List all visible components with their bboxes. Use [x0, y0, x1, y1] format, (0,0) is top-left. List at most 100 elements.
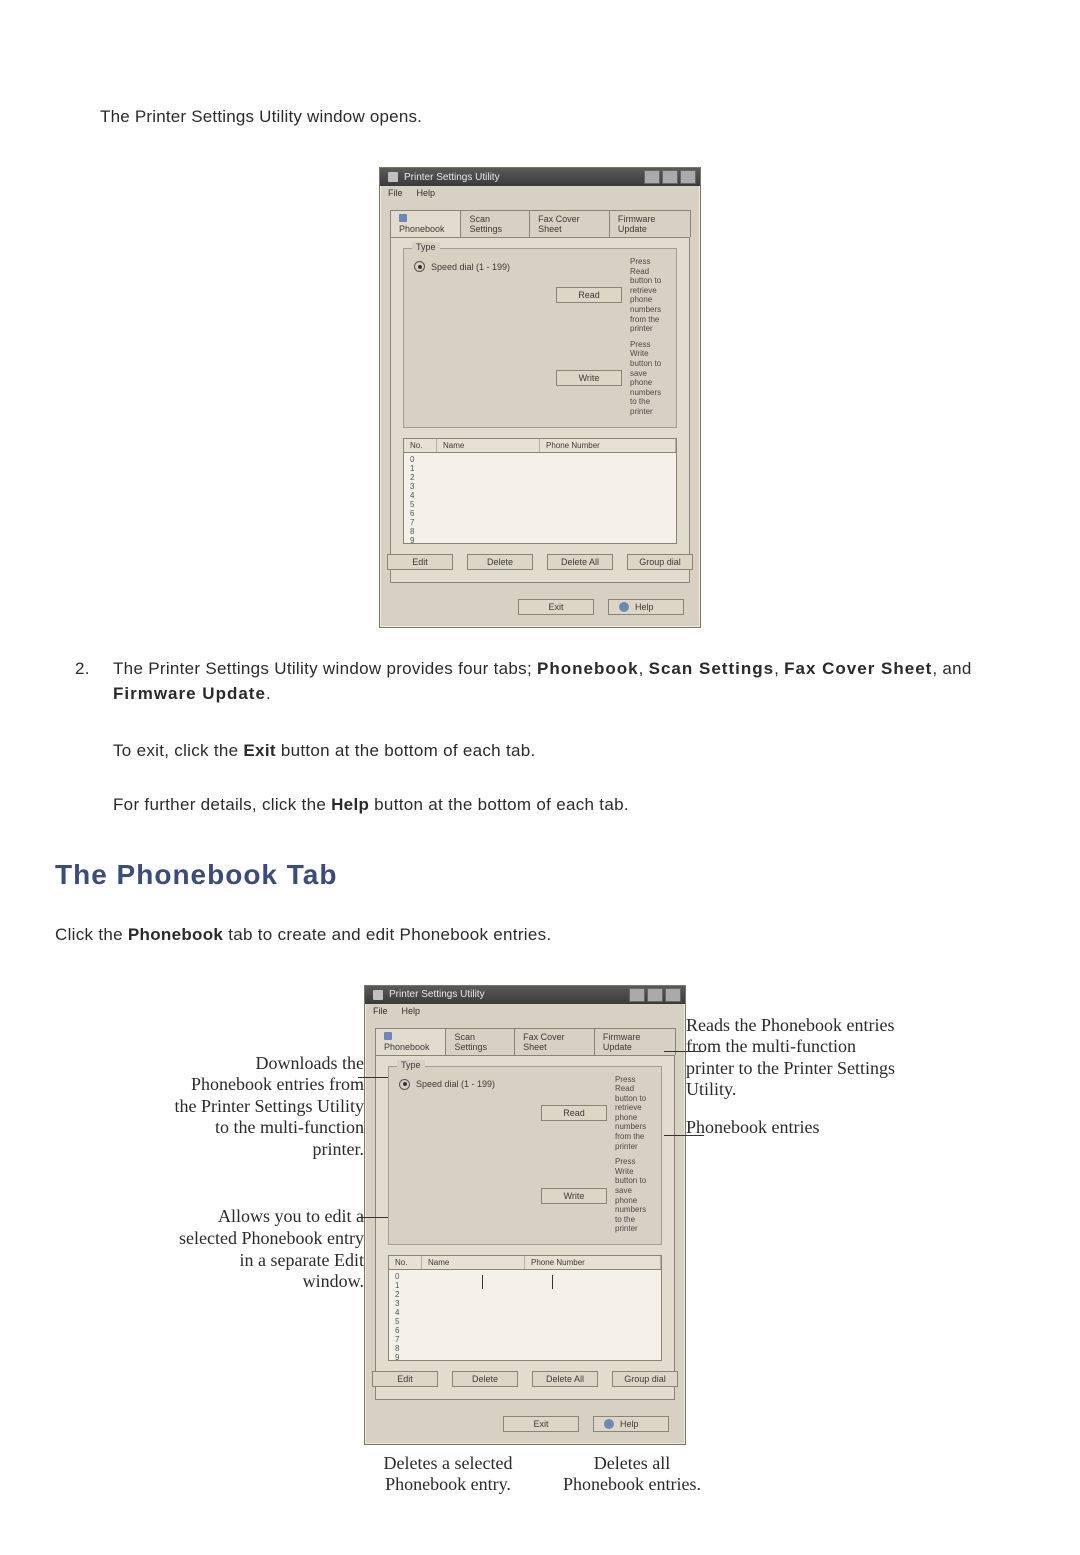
- type-groupbox: Type Speed dial (1 - 199) Read Press Rea: [403, 248, 677, 428]
- maximize-icon[interactable]: [662, 170, 678, 184]
- intro-text: The Printer Settings Utility window open…: [100, 107, 1025, 127]
- read-button[interactable]: Read: [541, 1105, 607, 1121]
- exit-note: To exit, click the Exit button at the bo…: [113, 741, 995, 761]
- help-note: For further details, click the Help butt…: [113, 795, 995, 815]
- tab-phonebook[interactable]: Phonebook: [390, 210, 461, 237]
- read-desc: Press Read button to retrieve phone numb…: [630, 257, 666, 334]
- speed-dial-radio[interactable]: Speed dial (1 - 199): [399, 1079, 529, 1090]
- type-legend: Type: [412, 242, 440, 252]
- step-number: 2.: [75, 656, 95, 682]
- window-title: Printer Settings Utility: [389, 989, 485, 1000]
- window-titlebar: Printer Settings Utility: [365, 986, 685, 1004]
- col-phone: Phone Number: [540, 439, 676, 452]
- table-row[interactable]: 1: [410, 464, 670, 473]
- section-title-phonebook-tab: The Phonebook Tab: [55, 859, 1025, 891]
- delete-button[interactable]: Delete: [452, 1371, 518, 1387]
- write-button[interactable]: Write: [556, 370, 622, 386]
- col-no: No.: [389, 1256, 422, 1269]
- table-row[interactable]: 0: [395, 1272, 655, 1281]
- table-row[interactable]: 4: [410, 491, 670, 500]
- table-row[interactable]: 0: [410, 455, 670, 464]
- table-row[interactable]: 2: [410, 473, 670, 482]
- phonebook-icon: [399, 214, 407, 222]
- window-titlebar: Printer Settings Utility: [380, 168, 700, 186]
- table-row[interactable]: 7: [410, 518, 670, 527]
- read-button[interactable]: Read: [556, 287, 622, 303]
- phonebook-table-body[interactable]: 0 1 2 3 4 5 6 7 8 9: [403, 452, 677, 544]
- tab-scan-settings[interactable]: Scan Settings: [445, 1028, 515, 1055]
- tab-firmware-update[interactable]: Firmware Update: [609, 210, 691, 237]
- close-icon[interactable]: [665, 988, 681, 1002]
- edit-button[interactable]: Edit: [387, 554, 453, 570]
- exit-button[interactable]: Exit: [503, 1416, 579, 1432]
- figure-printer-settings-window: Printer Settings Utility File Help Phone…: [55, 167, 1025, 628]
- callout-delete-all: Deletes all Phonebook entries.: [552, 1453, 712, 1495]
- table-row[interactable]: 9: [395, 1353, 655, 1362]
- maximize-icon[interactable]: [647, 988, 663, 1002]
- help-button[interactable]: Help: [593, 1416, 669, 1432]
- table-row[interactable]: 6: [410, 509, 670, 518]
- help-button[interactable]: Help: [608, 599, 684, 615]
- delete-all-button[interactable]: Delete All: [532, 1371, 598, 1387]
- tabstrip: Phonebook Scan Settings Fax Cover Sheet …: [390, 210, 690, 237]
- group-dial-button[interactable]: Group dial: [612, 1371, 678, 1387]
- callout-write: Downloads the Phonebook entries from the…: [174, 1053, 364, 1161]
- edit-button[interactable]: Edit: [372, 1371, 438, 1387]
- type-groupbox: Type Speed dial (1 - 199) Read: [388, 1066, 662, 1246]
- app-icon: [388, 172, 398, 182]
- table-row[interactable]: 7: [395, 1335, 655, 1344]
- callout-edit: Allows you to edit a selected Phonebook …: [174, 1206, 364, 1292]
- speed-dial-label: Speed dial (1 - 199): [416, 1079, 495, 1089]
- help-icon: [619, 602, 629, 612]
- table-row[interactable]: 8: [395, 1344, 655, 1353]
- callout-delete: Deletes a selected Phonebook entry.: [368, 1453, 528, 1495]
- phonebook-icon: [384, 1032, 392, 1040]
- table-row[interactable]: 6: [395, 1326, 655, 1335]
- table-row[interactable]: 3: [410, 482, 670, 491]
- speed-dial-radio[interactable]: Speed dial (1 - 199): [414, 261, 544, 272]
- help-icon: [604, 1419, 614, 1429]
- phonebook-table-body[interactable]: 0 1 2 3 4 5 6 7 8 9: [388, 1269, 662, 1361]
- close-icon[interactable]: [680, 170, 696, 184]
- menu-file[interactable]: File: [373, 1006, 388, 1016]
- phonebook-table-header: No. Name Phone Number: [403, 438, 677, 452]
- write-button[interactable]: Write: [541, 1188, 607, 1204]
- tab-scan-settings[interactable]: Scan Settings: [460, 210, 530, 237]
- group-dial-button[interactable]: Group dial: [627, 554, 693, 570]
- step-2: 2. The Printer Settings Utility window p…: [75, 656, 995, 707]
- table-row[interactable]: 3: [395, 1299, 655, 1308]
- figure-phonebook-annotated: Downloads the Phonebook entries from the…: [55, 985, 1025, 1446]
- tab-phonebook[interactable]: Phonebook: [375, 1028, 446, 1055]
- tab-fax-cover-sheet[interactable]: Fax Cover Sheet: [529, 210, 610, 237]
- tab-fax-cover-sheet[interactable]: Fax Cover Sheet: [514, 1028, 595, 1055]
- delete-all-button[interactable]: Delete All: [547, 554, 613, 570]
- menubar: File Help: [365, 1004, 685, 1020]
- tabstrip: Phonebook Scan Settings Fax Cover Sheet …: [375, 1028, 675, 1055]
- col-name: Name: [437, 439, 540, 452]
- table-row[interactable]: 8: [410, 527, 670, 536]
- menu-help[interactable]: Help: [402, 1006, 421, 1016]
- callout-read: Reads the Phonebook entries from the mul…: [686, 1015, 906, 1101]
- delete-button[interactable]: Delete: [467, 554, 533, 570]
- step-body: The Printer Settings Utility window prov…: [113, 656, 995, 707]
- menubar: File Help: [380, 186, 700, 202]
- menu-file[interactable]: File: [388, 188, 403, 198]
- col-name: Name: [422, 1256, 525, 1269]
- minimize-icon[interactable]: [644, 170, 660, 184]
- section-intro: Click the Phonebook tab to create and ed…: [55, 925, 1025, 945]
- col-phone: Phone Number: [525, 1256, 661, 1269]
- table-row[interactable]: 4: [395, 1308, 655, 1317]
- window-title: Printer Settings Utility: [404, 172, 500, 183]
- table-row[interactable]: 5: [410, 500, 670, 509]
- menu-help[interactable]: Help: [417, 188, 436, 198]
- read-desc: Press Read button to retrieve phone numb…: [615, 1075, 651, 1152]
- table-row[interactable]: 1: [395, 1281, 655, 1290]
- minimize-icon[interactable]: [629, 988, 645, 1002]
- app-icon: [373, 990, 383, 1000]
- exit-button[interactable]: Exit: [518, 599, 594, 615]
- col-no: No.: [404, 439, 437, 452]
- table-row[interactable]: 9: [410, 536, 670, 545]
- callout-entries: Phonebook entries: [686, 1117, 906, 1139]
- table-row[interactable]: 5: [395, 1317, 655, 1326]
- table-row[interactable]: 2: [395, 1290, 655, 1299]
